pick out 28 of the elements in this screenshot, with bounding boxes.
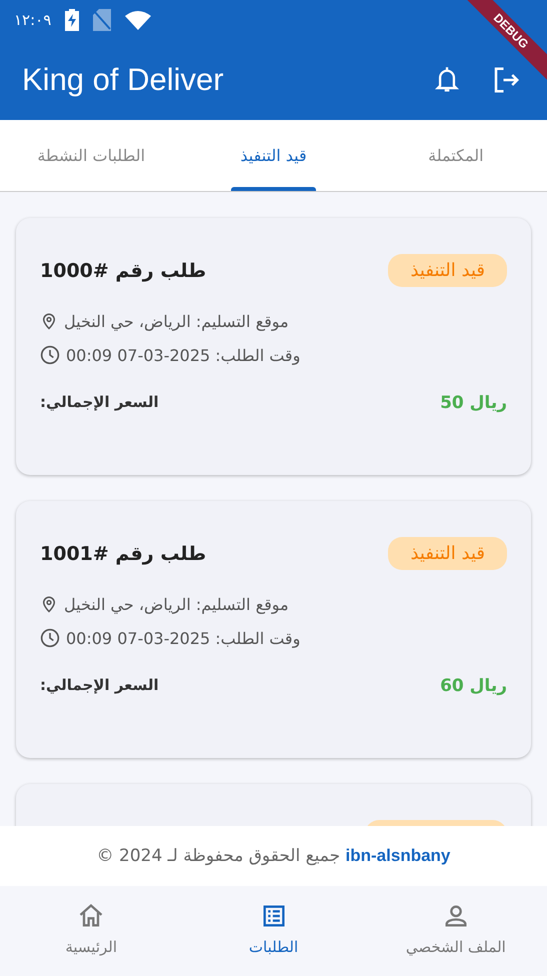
price-label: السعر الإجمالي: [40, 393, 159, 413]
nav-item[interactable]: الرئيسية [0, 886, 182, 976]
app-title: King of Deliver [22, 62, 225, 98]
wifi-icon [125, 10, 152, 30]
order-title: طلب رقم #1001 [40, 542, 206, 564]
author-link[interactable]: ibn-alsnbany [346, 846, 450, 865]
battery-charging-icon [65, 9, 80, 31]
tab[interactable]: المكتملة [364, 120, 547, 191]
delivery-location: موقع التسليم: الرياض، حي النخيل [64, 312, 289, 330]
tab[interactable]: الطلبات النشطة [0, 120, 182, 191]
clock-icon [40, 345, 60, 365]
price-label: السعر الإجمالي: [40, 676, 159, 696]
status-time: ١٢:٠٩ [14, 11, 52, 29]
order-price: ريال 60 [440, 676, 507, 696]
order-time: وقت الطلب: 2025-03-07 00:09 [66, 628, 300, 648]
tab[interactable]: قيد التنفيذ [182, 120, 365, 191]
order-price: ريال 50 [440, 393, 507, 413]
no-sim-icon [93, 9, 112, 31]
location-pin-icon [40, 311, 58, 331]
order-title: طلب رقم #1000 [40, 260, 206, 282]
clock-icon [40, 628, 60, 648]
status-badge: قيد التنفيذ [388, 254, 507, 287]
order-time: وقت الطلب: 2025-03-07 00:09 [66, 346, 300, 364]
nav-item[interactable]: الملف الشخصي [364, 886, 547, 976]
nav-item[interactable]: الطلبات [182, 886, 365, 976]
location-pin-icon [40, 594, 58, 614]
status-badge: قيد التنفيذ [388, 537, 507, 570]
delivery-location: موقع التسليم: الرياض، حي النخيل [64, 594, 289, 614]
